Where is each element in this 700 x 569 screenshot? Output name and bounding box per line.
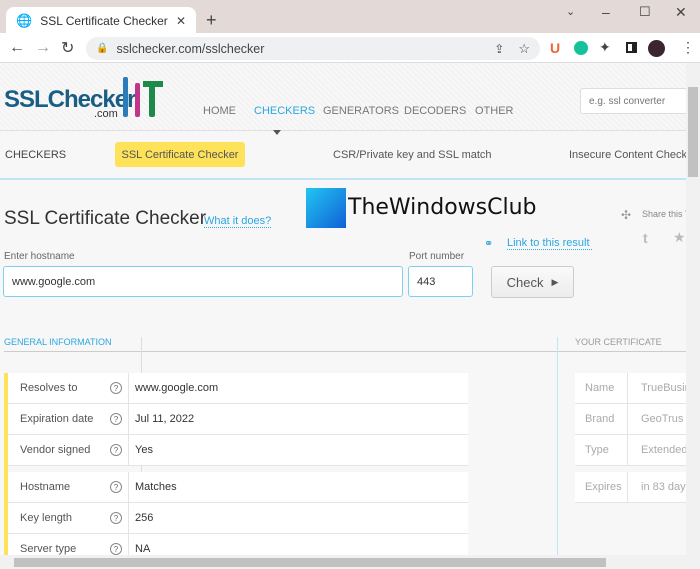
what-it-does-link[interactable]: What it does? xyxy=(204,215,272,228)
help-question-icon[interactable]: ? xyxy=(110,444,122,456)
divider xyxy=(557,337,558,569)
help-question-icon[interactable]: ? xyxy=(110,543,122,555)
certificate-row: Brand GeoTrus xyxy=(575,404,700,435)
certificate-row: Expires in 83 days xyxy=(575,472,700,503)
port-label: Port number xyxy=(409,251,465,262)
help-question-icon[interactable]: ? xyxy=(110,512,122,524)
close-window-icon[interactable]: ✕ xyxy=(675,4,687,21)
share-icon[interactable]: ⇪ xyxy=(494,42,504,56)
share-node-icon: ✣ xyxy=(621,208,632,222)
row-label: Vendor signed? xyxy=(8,435,129,465)
help-question-icon[interactable]: ? xyxy=(110,481,122,493)
side-panel-icon[interactable] xyxy=(626,42,637,53)
back-icon[interactable]: ← xyxy=(9,39,25,57)
port-input[interactable] xyxy=(408,266,473,297)
extensions-puzzle-icon[interactable]: ✦ xyxy=(599,39,611,56)
subnav-ssl-certificate-checker[interactable]: SSL Certificate Checker xyxy=(115,142,245,167)
site-search-input[interactable] xyxy=(580,88,690,114)
horizontal-scrollbar[interactable] xyxy=(0,555,700,569)
minimize-icon[interactable]: – xyxy=(602,4,610,20)
general-info-row: Expiration date? Jul 11, 2022 xyxy=(8,404,468,435)
nav-checkers[interactable]: CHECKERS xyxy=(254,105,315,117)
general-info-row: Resolves to? www.google.com xyxy=(8,373,468,404)
lock-icon: 🔒 xyxy=(96,43,109,54)
share-label: Share this T xyxy=(642,209,691,219)
row-label: Type xyxy=(575,435,628,465)
browser-tab[interactable]: 🌐 SSL Certificate Checker ✕ xyxy=(6,7,196,34)
grammarly-icon[interactable] xyxy=(574,41,588,55)
reload-icon[interactable]: ↻ xyxy=(61,38,74,58)
maximize-icon[interactable]: ☐ xyxy=(639,4,651,20)
check-button[interactable]: Check ▶ xyxy=(491,266,574,298)
general-info-row: Hostname? Matches xyxy=(8,472,468,503)
scrollbar-thumb[interactable] xyxy=(14,558,606,567)
subnav-insecure-content[interactable]: Insecure Content Checker xyxy=(569,149,697,161)
help-question-icon[interactable]: ? xyxy=(110,413,122,425)
address-bar[interactable]: 🔒 sslchecker.com/sslchecker ⇪ ☆ xyxy=(86,37,540,60)
twitter-icon[interactable]: t xyxy=(643,230,648,246)
row-label: Expiration date? xyxy=(8,404,129,434)
vertical-scrollbar[interactable] xyxy=(686,63,700,555)
site-logo[interactable]: SSLChecker .com xyxy=(4,86,136,120)
row-label: Brand xyxy=(575,404,628,434)
row-value: 256 xyxy=(135,512,154,524)
forward-icon[interactable]: → xyxy=(35,39,51,57)
general-info-header: GENERAL INFORMATION xyxy=(4,337,112,347)
general-info-row: Key length? 256 xyxy=(8,503,468,534)
bookmark-star-icon[interactable]: ☆ xyxy=(518,41,530,57)
row-value: GeoTrus xyxy=(641,413,684,425)
row-value: Matches xyxy=(135,481,177,493)
nav-generators[interactable]: GENERATORS xyxy=(323,105,399,117)
row-label: Name xyxy=(575,373,628,403)
subnav-csr-match[interactable]: CSR/Private key and SSL match xyxy=(333,149,492,161)
help-question-icon[interactable]: ? xyxy=(110,382,122,394)
tab-search-icon[interactable]: ⌄ xyxy=(566,5,575,18)
scrollbar-thumb[interactable] xyxy=(688,87,698,177)
link-icon: ⚭ xyxy=(484,238,494,250)
row-value: Jul 11, 2022 xyxy=(135,413,195,425)
watermark-logo-icon xyxy=(306,188,346,228)
nav-home[interactable]: HOME xyxy=(203,105,236,117)
menu-icon[interactable]: ⋮ xyxy=(681,39,695,56)
extension-u-icon[interactable]: U xyxy=(550,40,560,56)
row-label: Key length? xyxy=(8,503,129,533)
row-label: Hostname? xyxy=(8,472,129,502)
your-certificate-header: YOUR CERTIFICATE xyxy=(575,337,662,347)
certificate-row: Name TrueBusin xyxy=(575,373,700,404)
row-value: NA xyxy=(135,543,151,555)
new-tab-icon[interactable]: + xyxy=(206,10,217,31)
link-to-result[interactable]: Link to this result xyxy=(507,237,592,250)
hostname-input[interactable] xyxy=(3,266,403,297)
row-value: in 83 days xyxy=(641,481,692,493)
certificate-row: Type Extended xyxy=(575,435,700,466)
hostname-label: Enter hostname xyxy=(4,251,75,262)
logo-sub: .com xyxy=(94,108,118,120)
avatar[interactable] xyxy=(648,40,665,57)
nav-decoders[interactable]: DECODERS xyxy=(404,105,466,117)
row-value: www.google.com xyxy=(135,382,219,394)
close-tab-icon[interactable]: ✕ xyxy=(176,14,186,28)
divider xyxy=(4,351,686,352)
tools-logo-icon xyxy=(121,77,165,117)
row-value: Extended xyxy=(641,444,688,456)
row-label: Resolves to? xyxy=(8,373,129,403)
watermark-text: TheWindowsClub xyxy=(348,195,537,220)
nav-other[interactable]: OTHER xyxy=(475,105,514,117)
subnav-title: CHECKERS xyxy=(5,149,67,161)
globe-icon: 🌐 xyxy=(16,12,33,28)
favorite-star-icon[interactable]: ★ xyxy=(673,229,686,246)
page-title: SSL Certificate Checker xyxy=(4,208,207,229)
row-value: Yes xyxy=(135,444,153,456)
general-info-row: Vendor signed? Yes xyxy=(8,435,468,466)
row-value: TrueBusin xyxy=(641,382,691,394)
row-label: Expires xyxy=(575,472,628,502)
active-nav-caret-icon xyxy=(273,130,281,139)
play-arrow-icon: ▶ xyxy=(551,276,559,287)
